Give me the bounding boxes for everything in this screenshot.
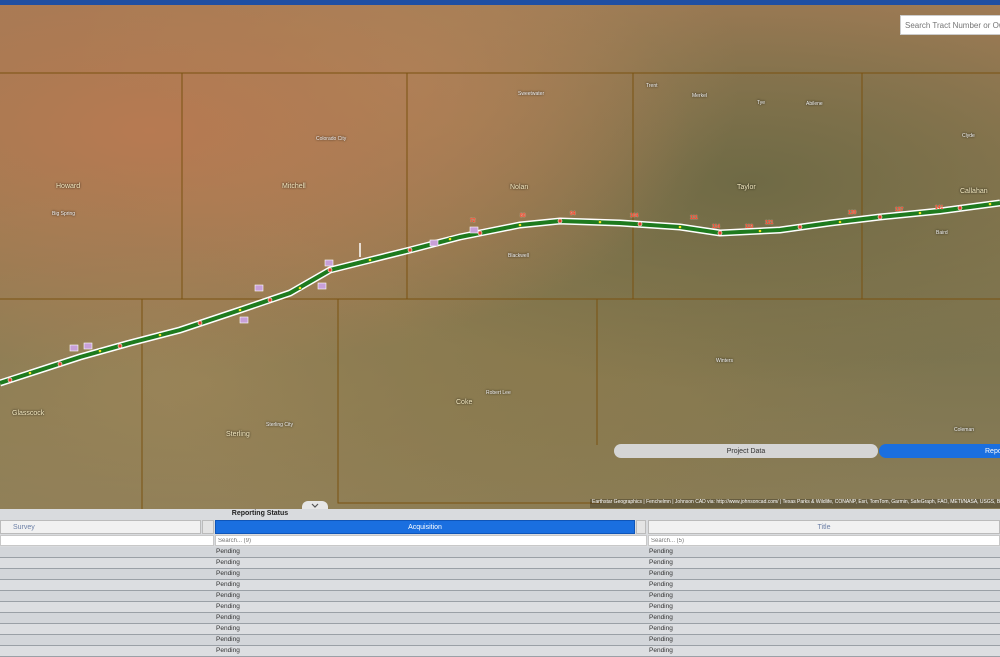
table-row[interactable]: Pending Pending [0,646,1000,657]
tract-number-label[interactable]: 111 [690,215,698,221]
table-row[interactable]: Pending Pending [0,580,1000,591]
status-table-body: Pending Pending Pending Pending Pending Pendi… [0,547,1000,657]
cell-title: Pending [649,647,673,654]
tract-number-label[interactable]: 94 [570,211,576,217]
map-overlay [0,72,1000,509]
tract-number-label[interactable]: 72 [470,218,476,224]
cell-acquisition: Pending [216,625,240,632]
cell-acquisition: Pending [216,647,240,654]
cell-title: Pending [649,603,673,610]
county-label: Glasscock [12,410,45,417]
cell-acquisition: Pending [216,570,240,577]
table-row[interactable]: Pending Pending [0,635,1000,646]
cell-title: Pending [649,570,673,577]
cell-title: Pending [649,581,673,588]
town-label: Sweetwater [518,91,545,97]
county-label: Howard [56,183,81,190]
column-header-acquisition[interactable]: Acquisition [215,520,635,534]
town-label: Clyde [962,133,975,139]
sort-handle-icon[interactable] [636,520,646,534]
cell-title: Pending [649,592,673,599]
county-label: Mitchell [282,183,306,190]
town-label: Abilene [806,101,823,107]
reporting-toggle[interactable]: Repo [879,444,1000,458]
town-label: Colorado City [316,136,347,142]
table-row[interactable]: Pending Pending [0,547,1000,558]
cell-acquisition: Pending [216,581,240,588]
table-row[interactable]: Pending Pending [0,558,1000,569]
pipeline-route [0,199,1000,387]
table-row[interactable]: Pending Pending [0,569,1000,580]
town-label: Blackwell [508,253,529,259]
town-label: Merkel [692,93,708,99]
cell-title: Pending [649,614,673,621]
map-view[interactable]: 72 80 94 104 111 114 119 121 130 137 141 Howard Mit… [0,5,1000,509]
search-input[interactable] [900,15,1000,35]
tract-number-label[interactable]: 114 [712,224,720,230]
cell-title: Pending [649,548,673,555]
tract-number-label[interactable]: 137 [895,207,903,213]
table-row[interactable]: Pending Pending [0,591,1000,602]
cell-title: Pending [649,625,673,632]
tract-number-label[interactable]: 119 [745,224,753,230]
town-label: Coleman [954,427,975,433]
cell-acquisition: Pending [216,592,240,599]
cell-acquisition: Pending [216,548,240,555]
column-header-survey[interactable]: Survey [0,520,201,534]
county-label: Coke [456,399,473,406]
cell-acquisition: Pending [216,559,240,566]
acquisition-filter-input[interactable] [215,535,647,546]
county-label: Taylor [737,184,756,191]
town-label: Trent [646,83,658,89]
county-label: Sterling [226,431,250,438]
town-label: Baird [936,230,948,236]
project-data-toggle[interactable]: Project Data [614,444,878,458]
town-label: Sterling City [266,422,293,428]
cell-acquisition: Pending [216,614,240,621]
table-row[interactable]: Pending Pending [0,602,1000,613]
map-attribution: Earthstar Geographics | Fenchelmn | John… [590,499,1000,508]
tract-number-label[interactable]: 104 [630,213,638,219]
cell-acquisition: Pending [216,636,240,643]
table-row[interactable]: Pending Pending [0,624,1000,635]
table-row[interactable]: Pending Pending [0,613,1000,624]
column-header-title[interactable]: Title [648,520,1000,534]
sort-handle-icon[interactable] [202,520,214,534]
county-label: Nolan [510,184,529,191]
reporting-status-panel: Reporting Status Survey Acquisition Titl… [0,509,1000,657]
tract-number-label[interactable]: 141 [935,205,943,211]
town-label: Winters [716,358,733,364]
town-label: Big Spring [52,211,76,217]
town-label: Tye [757,100,766,106]
cell-acquisition: Pending [216,603,240,610]
tract-number-label[interactable]: 130 [848,210,856,216]
cell-title: Pending [649,559,673,566]
tract-number-label[interactable]: 80 [520,213,526,219]
title-filter-input[interactable] [648,535,1000,546]
town-label: Robert Lee [486,390,511,396]
chevron-down-icon [311,503,319,508]
county-label: Callahan [960,188,988,195]
tract-number-label[interactable]: 121 [765,220,773,226]
cell-title: Pending [649,636,673,643]
survey-filter-input[interactable] [0,535,214,546]
panel-title: Reporting Status [231,510,289,517]
